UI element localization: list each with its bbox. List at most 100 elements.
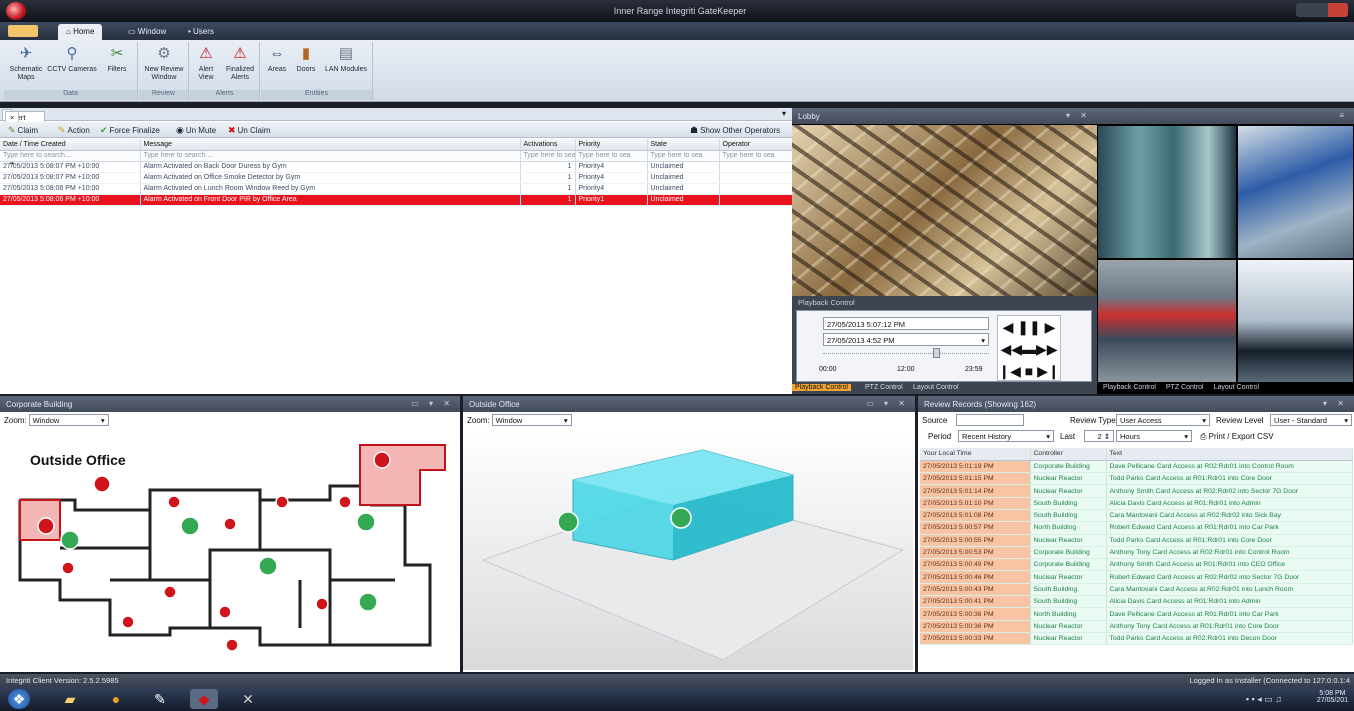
tab-layout-control[interactable]: Layout Control <box>910 384 962 391</box>
camera-feed-warehouse[interactable] <box>1237 125 1354 259</box>
column-header-controller[interactable]: Controller <box>1030 448 1107 461</box>
app-menu-orb-icon[interactable] <box>6 2 26 20</box>
column-header-text[interactable]: Text <box>1106 448 1353 461</box>
review-row[interactable]: 27/05/2013 5:00:36 PM Nuclear Reactor Anth… <box>920 620 1353 633</box>
source-input[interactable] <box>956 414 1024 426</box>
column-header-activations[interactable]: Activations <box>520 139 576 151</box>
tab-playback-control-2[interactable]: Playback Control <box>1103 384 1156 391</box>
clock[interactable]: 5:08 PM 27/05/201 <box>1317 690 1348 704</box>
un-mute-button[interactable]: ◉ Un Mute <box>176 125 216 136</box>
pane-controls[interactable]: ▭ ▾ ✕ <box>866 399 909 408</box>
review-row[interactable]: 27/05/2013 5:01:19 PM Corporate Building D… <box>920 460 1353 474</box>
review-row[interactable]: 27/05/2013 5:00:55 PM Nuclear Reactor Todd… <box>920 534 1353 547</box>
tab-dropdown-icon[interactable]: ▾ <box>782 109 786 118</box>
alarm-icon[interactable] <box>338 495 352 509</box>
areas-button[interactable]: ⇔ Areas <box>263 44 291 74</box>
camera-feed-entrance[interactable] <box>1237 259 1354 383</box>
review-row[interactable]: 27/05/2013 5:00:38 PM North Building Dave … <box>920 607 1353 621</box>
pane-controls[interactable]: ▾ ✕ <box>1323 399 1348 408</box>
filter-message-input[interactable]: Type here to search.... <box>140 150 521 162</box>
door-icon[interactable] <box>358 592 378 612</box>
review-row[interactable]: 27/05/2013 5:00:33 PM Nuclear Reactor Todd… <box>920 632 1353 646</box>
lan-modules-button[interactable]: ▤ LAN Modules <box>321 44 371 74</box>
skip-stop-controls[interactable]: ❙◀ ■ ▶❙ <box>998 360 1060 382</box>
last-stepper[interactable]: 2 ⇕ <box>1084 430 1114 442</box>
review-row[interactable]: 27/05/2013 5:00:46 PM Nuclear Reactor Robe… <box>920 570 1353 584</box>
tab-home[interactable]: ⌂ Home <box>58 24 103 40</box>
filter-operator-input[interactable]: Type here to sea <box>719 150 793 162</box>
building-3d-view[interactable] <box>463 430 913 670</box>
door-icon[interactable] <box>557 511 579 533</box>
door-icon[interactable] <box>180 516 200 536</box>
door-icon[interactable] <box>356 512 376 532</box>
alarm-icon[interactable] <box>223 517 237 531</box>
filter-priority-input[interactable]: Type here to sea <box>575 150 648 162</box>
explorer-icon[interactable]: ▰ <box>56 689 84 709</box>
column-header-local-time[interactable]: Your Local Time <box>920 448 1031 461</box>
alarm-icon[interactable] <box>218 605 232 619</box>
review-level-select[interactable]: User - Standard ▾ <box>1270 414 1352 426</box>
print-export-button[interactable]: ⎙ Print / Export CSV <box>1200 432 1274 442</box>
alarm-icon[interactable] <box>275 495 289 509</box>
tab-layout-control-2[interactable]: Layout Control <box>1214 384 1260 391</box>
alert-row[interactable]: 27/05/2013 5:08:06 PM +10:00 Alarm Activa… <box>0 183 793 195</box>
alarm-icon[interactable] <box>61 561 75 575</box>
review-row[interactable]: 27/05/2013 5:01:10 PM South Building Alici… <box>920 497 1353 510</box>
alarm-icon[interactable] <box>373 451 391 469</box>
browser-icon[interactable]: ● <box>102 689 130 709</box>
window-controls[interactable] <box>1296 3 1348 17</box>
alarm-icon[interactable] <box>37 517 55 535</box>
tools-icon[interactable]: ✕ <box>234 689 262 709</box>
review-row[interactable]: 27/05/2013 5:01:15 PM Nuclear Reactor Todd… <box>920 472 1353 486</box>
column-header-message[interactable]: Message <box>140 139 521 151</box>
review-row[interactable]: 27/05/2013 5:00:57 PM North Building Rober… <box>920 521 1353 535</box>
app-button[interactable] <box>8 25 38 37</box>
period-select[interactable]: Recent History ▾ <box>958 430 1054 442</box>
camera-feed-car-park[interactable] <box>1097 259 1237 383</box>
review-row[interactable]: 27/05/2013 5:00:41 PM South Building Alici… <box>920 595 1353 609</box>
new-review-window-button[interactable]: ⚙ New Review Window <box>141 44 187 82</box>
pane-controls[interactable]: ▭ ▾ ✕ <box>411 399 454 408</box>
start-time-picker[interactable]: 27/05/2013 4:52 PM ▾ <box>823 333 989 346</box>
claim-button[interactable]: ✎ Claim <box>8 125 38 136</box>
review-row[interactable]: 27/05/2013 5:01:08 PM South Building Cara … <box>920 509 1353 523</box>
filter-activations-input[interactable]: Type here to sea <box>520 150 576 162</box>
tab-ptz-control[interactable]: PTZ Control <box>862 384 906 391</box>
review-row[interactable]: 27/05/2013 5:01:14 PM Nuclear Reactor Anth… <box>920 484 1353 498</box>
cctv-cameras-button[interactable]: ⚲ CCTV Cameras <box>46 44 98 74</box>
column-header-priority[interactable]: Priority <box>575 139 648 151</box>
tab-users[interactable]: • Users <box>180 24 222 40</box>
paint-icon[interactable]: ✎ <box>146 689 174 709</box>
alert-view-button[interactable]: ⚠ Alert View <box>192 44 220 82</box>
alarm-icon[interactable] <box>121 615 135 629</box>
alert-row[interactable]: 27/05/2013 5:08:06 PM +10:00 Alarm Activa… <box>0 194 793 206</box>
lobby-camera-feed[interactable] <box>792 125 1097 296</box>
tab-ptz-control-2[interactable]: PTZ Control <box>1166 384 1204 391</box>
column-header-state[interactable]: State <box>647 139 720 151</box>
timeline-slider-handle[interactable] <box>933 348 940 358</box>
camera-feed-corridor[interactable] <box>1097 125 1237 259</box>
floor-plan-map[interactable] <box>0 430 458 670</box>
filter-date-input[interactable]: Type here to search.... <box>0 150 141 162</box>
filter-state-input[interactable]: Type here to sea <box>647 150 720 162</box>
pane-controls[interactable]: ▾ ✕ <box>1066 111 1091 120</box>
tab-window[interactable]: ▭ Window <box>120 24 174 40</box>
review-row[interactable]: 27/05/2013 5:00:43 PM South Building Cara … <box>920 583 1353 597</box>
alarm-icon[interactable] <box>93 475 111 493</box>
alert-view-tab[interactable]: Alert View: Standard Alarms; Showing 4 × <box>2 109 46 167</box>
zoom-select[interactable]: Window ▾ <box>491 414 572 426</box>
unit-select[interactable]: Hours ▾ <box>1116 430 1192 442</box>
alarm-icon[interactable] <box>315 597 329 611</box>
door-icon[interactable] <box>258 556 278 576</box>
alarm-icon[interactable] <box>163 585 177 599</box>
close-window-button[interactable] <box>1328 3 1348 17</box>
start-button[interactable]: ❖ <box>8 689 30 709</box>
tab-playback-control[interactable]: Playback Control <box>792 384 851 391</box>
review-row[interactable]: 27/05/2013 5:00:49 PM Corporate Building A… <box>920 558 1353 572</box>
door-icon[interactable] <box>60 530 80 550</box>
current-time-field[interactable]: 27/05/2013 5:07:12 PM <box>823 317 989 330</box>
gatekeeper-taskbar-icon[interactable]: ◆ <box>190 689 218 709</box>
system-tray-icons[interactable]: ▪ ▪ ◂ ▭ ♫ <box>1246 694 1282 705</box>
show-other-operators-button[interactable]: ☗ Show Other Operators <box>690 125 780 136</box>
review-type-select[interactable]: User Access ▾ <box>1116 414 1210 426</box>
